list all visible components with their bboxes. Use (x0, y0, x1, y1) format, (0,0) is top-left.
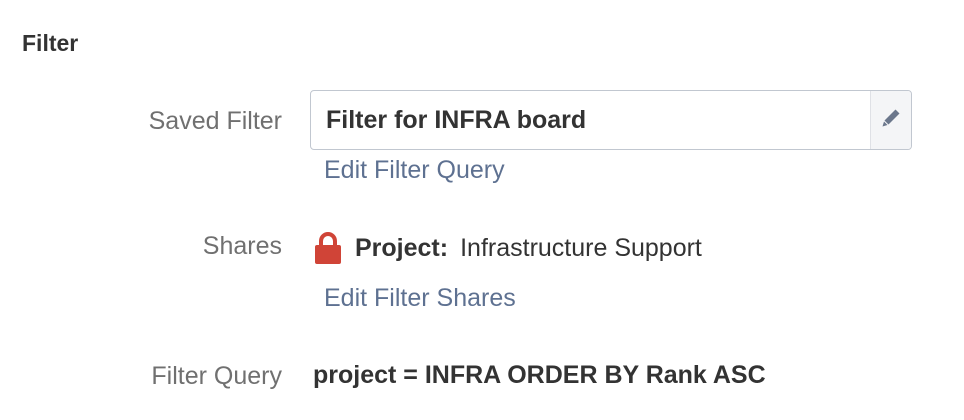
share-project-name: Infrastructure Support (460, 233, 702, 262)
lock-icon (313, 231, 343, 265)
share-entry: Project: Infrastructure Support (313, 231, 702, 265)
saved-filter-field: Filter for INFRA board (310, 90, 912, 150)
filter-query-value: project = INFRA ORDER BY Rank ASC (313, 361, 766, 389)
section-title: Filter (22, 30, 79, 56)
edit-filter-query-link[interactable]: Edit Filter Query (324, 156, 505, 185)
edit-filter-shares-link[interactable]: Edit Filter Shares (324, 284, 516, 313)
shares-label: Shares (202, 232, 282, 260)
share-type: Project: (355, 233, 449, 262)
filter-query-label: Filter Query (151, 362, 282, 390)
pencil-icon (880, 107, 902, 134)
saved-filter-label: Saved Filter (148, 107, 282, 135)
edit-filter-name-button[interactable] (870, 91, 911, 149)
saved-filter-value: Filter for INFRA board (326, 105, 587, 134)
